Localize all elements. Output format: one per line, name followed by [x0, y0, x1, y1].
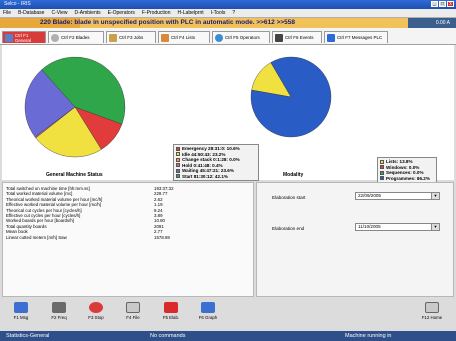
general-icon: [5, 33, 13, 42]
legend-swatch: [176, 157, 180, 162]
elaboration-end-field[interactable]: 11/10/2005 ▼: [355, 223, 440, 231]
alarm-message: 220 Blade: blade in unspecified position…: [40, 19, 296, 26]
general-status-pie: [24, 56, 126, 158]
tab-jobs[interactable]: Ctrl F3 Jobs: [106, 31, 156, 43]
modality-pie: [250, 56, 332, 138]
tab-messages-plc[interactable]: Ctrl F7 Messages PLC: [324, 31, 388, 43]
events-icon: [275, 33, 283, 42]
menu-labelprnt[interactable]: H-Labelprnt: [177, 10, 203, 16]
legend-swatch: [380, 176, 384, 181]
f5-elab-button[interactable]: F5 Elab.: [159, 302, 183, 322]
legend-swatch: [380, 165, 384, 170]
f1-msg-button[interactable]: F1 Msg: [9, 302, 33, 322]
general-status-title: General Machine Status: [46, 172, 103, 178]
status-bar: Statistics-General No commands Machine r…: [0, 331, 456, 341]
title-bar: Selco - IRIS _ □ x: [0, 0, 456, 9]
elaboration-start-label: Elaboration start: [272, 195, 306, 200]
elaboration-end-label: Elaboration end: [272, 226, 305, 231]
menu-tools[interactable]: I-Tools: [211, 10, 226, 16]
modality-title: Modality: [283, 172, 304, 178]
stats-row: Linear cutted meters [m/h] Saw 1578.69: [6, 234, 170, 240]
menu-file[interactable]: File: [3, 10, 11, 16]
window-title: Selco - IRIS: [4, 1, 31, 7]
tab-blades[interactable]: Ctrl F2 Blades: [48, 31, 104, 43]
status-right: Machine running in: [345, 333, 392, 339]
legend-swatch: [380, 170, 384, 175]
menu-operators[interactable]: E-Operators: [108, 10, 135, 16]
minimize-button[interactable]: _: [431, 1, 438, 7]
legend-item: Start 81:30:12: 42.1%: [176, 174, 256, 180]
legend-swatch: [176, 152, 180, 157]
elaborate-icon: [164, 302, 178, 313]
stats-table: Total switched on machine time [hh:mm.ss…: [6, 186, 246, 240]
blade-icon: [51, 33, 59, 42]
menu-help[interactable]: ?: [232, 10, 235, 16]
lists-icon: [161, 33, 169, 42]
status-middle: No commands: [150, 333, 186, 339]
legend-swatch: [380, 159, 384, 164]
status-left: Statistics-General: [6, 333, 50, 339]
stop-icon: [89, 302, 103, 313]
legend-swatch: [176, 146, 180, 151]
operators-icon: [215, 33, 223, 42]
menu-production[interactable]: F-Production: [142, 10, 171, 16]
legend-swatch: [176, 168, 180, 173]
graph-icon: [201, 302, 215, 313]
jobs-icon: [109, 33, 117, 42]
menu-ambients[interactable]: D-Ambients: [75, 10, 101, 16]
frequency-icon: [52, 302, 66, 313]
maximize-button[interactable]: □: [439, 1, 446, 7]
f4-file-button[interactable]: F4 File: [121, 302, 145, 322]
tab-lists[interactable]: Ctrl F4 Lists: [158, 31, 210, 43]
alarm-value: 0.00 A: [408, 18, 456, 28]
f3-stop-button[interactable]: F3 Stop: [84, 302, 108, 322]
tab-events[interactable]: Ctrl F6 Events: [272, 31, 322, 43]
close-button[interactable]: x: [447, 1, 454, 7]
chevron-down-icon[interactable]: ▼: [431, 193, 439, 199]
menu-view[interactable]: C-View: [51, 10, 67, 16]
home-icon: [425, 302, 439, 313]
elaboration-start-field[interactable]: 22/09/2005 ▼: [355, 192, 440, 200]
message-icon: [14, 302, 28, 313]
chevron-down-icon[interactable]: ▼: [431, 224, 439, 230]
f12-home-button[interactable]: F12 Home: [420, 302, 444, 322]
legend-swatch: [176, 174, 180, 179]
tab-general[interactable]: Ctrl F1 General: [2, 31, 46, 43]
tab-operators[interactable]: Ctrl F5 Operators: [212, 31, 270, 43]
menu-bar: File B-Database C-View D-Ambients E-Oper…: [0, 9, 456, 18]
modality-legend: Lists: 13.8% Windows: 0.0% Sequences: 0.…: [377, 157, 437, 183]
general-status-legend: Emergency 28:31:0: 10.6% Idle 44:50:43: …: [173, 144, 259, 181]
legend-swatch: [176, 163, 180, 168]
f6-graph-button[interactable]: F6 Graph: [196, 302, 220, 322]
file-icon: [126, 302, 140, 313]
window-controls: _ □ x: [431, 1, 454, 7]
tab-bar: Ctrl F1 General Ctrl F2 Blades Ctrl F3 J…: [0, 28, 456, 45]
f2-freq-button[interactable]: F2 Freq: [47, 302, 71, 322]
messages-icon: [327, 33, 335, 42]
legend-item: Programmes: 86.2%: [380, 176, 434, 182]
alarm-banner: 220 Blade: blade in unspecified position…: [0, 18, 456, 28]
menu-database[interactable]: B-Database: [18, 10, 44, 16]
